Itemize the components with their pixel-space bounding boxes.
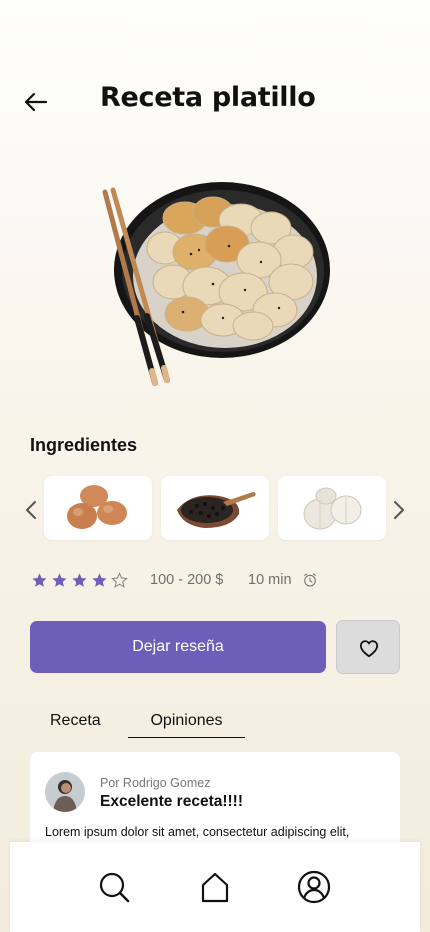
garlic-image [303,487,362,530]
avatar [45,772,85,812]
prep-time: 10 min [248,572,292,588]
pepper-image [177,492,256,528]
alarm-clock-icon [304,573,316,587]
review-body: Lorem ipsum dolor sit amet, consectetur … [45,825,350,839]
search-icon[interactable] [97,870,131,904]
chevron-left-icon[interactable] [21,498,41,522]
favorite-button[interactable] [336,620,400,674]
star-empty-icon [111,571,128,588]
star-rating [31,570,131,590]
leave-review-button[interactable]: Dejar reseña [30,621,326,673]
ingredient-card-pepper[interactable] [161,476,269,540]
price-range: 100 - 200 $ [150,572,224,588]
star-filled-icon [52,572,67,587]
user-circle-icon[interactable] [297,870,331,904]
review-title: Excelente receta!!!! [100,793,244,810]
dish-image [102,182,330,386]
home-icon[interactable] [198,870,232,904]
chevron-right-icon[interactable] [389,498,409,522]
star-filled-icon [72,572,87,587]
ingredient-card-garlic[interactable] [278,476,386,540]
star-filled-icon [92,572,107,587]
heart-icon [359,640,379,658]
review-author: Por Rodrigo Gomez [100,776,211,790]
ingredients-title: Ingredientes [30,435,138,455]
header: Receta platillo [0,80,430,124]
tab-opinions[interactable]: Opiniones [128,712,245,738]
star-filled-icon [32,572,47,587]
bottom-nav [10,842,420,932]
arrow-left-icon[interactable] [22,88,50,116]
page-title: Receta platillo [100,82,316,113]
tab-recipe[interactable]: Receta [50,712,101,738]
ingredient-card-eggs[interactable] [44,476,152,540]
eggs-image [67,485,127,529]
